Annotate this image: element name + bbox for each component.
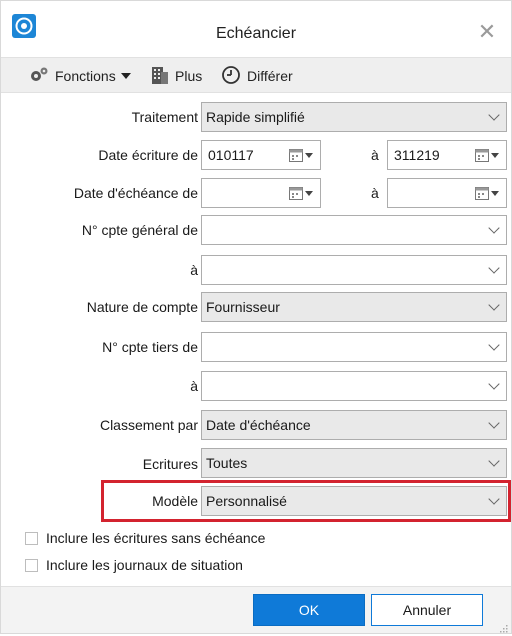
date-ecriture-from-value: 010117	[208, 147, 254, 163]
checkbox-box[interactable]	[25, 558, 38, 572]
caret-down-icon	[305, 191, 313, 196]
checkbox-sans-echeance[interactable]: Inclure les écritures sans échéance	[25, 530, 265, 546]
nature-compte-value: Fournisseur	[206, 299, 280, 315]
cpte-general-to-label: à	[190, 262, 198, 278]
date-echeance-label: Date d'échéance de	[73, 185, 198, 201]
dialog-footer: OK Annuler	[1, 586, 511, 633]
close-icon[interactable]: ✕	[475, 21, 499, 45]
date-echeance-to-field[interactable]	[387, 178, 507, 208]
cpte-general-to-select[interactable]	[201, 255, 507, 285]
ecritures-label: Ecritures	[142, 456, 198, 472]
resize-grip-icon[interactable]	[498, 620, 508, 633]
classement-select[interactable]: Date d'échéance	[201, 410, 507, 440]
chevron-down-icon	[488, 378, 500, 390]
ok-button[interactable]: OK	[253, 594, 365, 626]
chevron-down-icon	[488, 109, 500, 121]
clock-icon	[221, 65, 247, 88]
plus-label: Plus	[175, 68, 203, 84]
caret-down-icon	[305, 153, 313, 158]
date-ecriture-to-value: 311219	[394, 147, 440, 163]
classement-label: Classement par	[99, 417, 198, 433]
date-ecriture-label: Date écriture de	[98, 147, 198, 163]
gears-icon	[29, 66, 55, 87]
date-echeance-from-field[interactable]	[201, 178, 321, 208]
cpte-tiers-from-label: N° cpte tiers de	[102, 339, 198, 355]
window-title: Echéancier	[215, 25, 297, 42]
modele-select[interactable]: Personnalisé	[201, 486, 507, 516]
calendar-icon[interactable]	[289, 187, 313, 200]
chevron-down-icon	[488, 339, 500, 351]
fonctions-menu-button[interactable]: Fonctions	[29, 65, 131, 87]
cpte-tiers-from-select[interactable]	[201, 332, 507, 362]
modele-value: Personnalisé	[206, 493, 287, 509]
cpte-general-from-label: N° cpte général de	[81, 222, 198, 238]
ecritures-value: Toutes	[206, 455, 248, 471]
chevron-down-icon	[488, 455, 500, 467]
chevron-down-icon	[488, 417, 500, 429]
caret-down-icon	[491, 153, 499, 158]
echeancier-dialog: Echéancier ✕ Fonctions Plus Différer Tra…	[0, 0, 512, 634]
ecritures-select[interactable]: Toutes	[201, 448, 507, 478]
date-ecriture-to-field[interactable]: 311219	[387, 140, 507, 170]
differer-label: Différer	[247, 68, 293, 84]
calendar-icon[interactable]	[475, 187, 499, 200]
calendar-icon[interactable]	[289, 149, 313, 162]
chevron-down-icon	[488, 493, 500, 505]
classement-value: Date d'échéance	[206, 417, 311, 433]
traitement-label: Traitement	[131, 109, 198, 125]
modele-label: Modèle	[152, 493, 198, 509]
nature-compte-label: Nature de compte	[86, 299, 198, 315]
checkbox-box[interactable]	[25, 531, 38, 545]
caret-down-icon	[491, 191, 499, 196]
chevron-down-icon	[488, 299, 500, 311]
checkbox-sans-echeance-label: Inclure les écritures sans échéance	[46, 530, 266, 546]
title-bar: Echéancier ✕	[1, 1, 511, 55]
caret-down-icon	[120, 73, 131, 79]
chevron-down-icon	[488, 222, 500, 234]
traitement-value: Rapide simplifié	[206, 109, 305, 125]
building-icon	[151, 65, 175, 88]
nature-compte-select[interactable]: Fournisseur	[201, 292, 507, 322]
calendar-icon[interactable]	[475, 149, 499, 162]
date-ecriture-to-label: à	[371, 147, 379, 163]
cpte-tiers-to-select[interactable]	[201, 371, 507, 401]
chevron-down-icon	[488, 262, 500, 274]
date-echeance-to-label: à	[371, 185, 379, 201]
checkbox-journaux-situation[interactable]: Inclure les journaux de situation	[25, 557, 243, 573]
fonctions-label: Fonctions	[55, 68, 116, 84]
traitement-select[interactable]: Rapide simplifié	[201, 102, 507, 132]
checkbox-journaux-situation-label: Inclure les journaux de situation	[46, 557, 243, 573]
toolbar: Fonctions Plus Différer	[1, 57, 511, 93]
date-ecriture-from-field[interactable]: 010117	[201, 140, 321, 170]
cpte-general-from-select[interactable]	[201, 215, 507, 245]
cancel-button[interactable]: Annuler	[371, 594, 483, 626]
plus-button[interactable]: Plus	[151, 65, 202, 87]
differer-button[interactable]: Différer	[221, 65, 293, 87]
cpte-tiers-to-label: à	[190, 378, 198, 394]
